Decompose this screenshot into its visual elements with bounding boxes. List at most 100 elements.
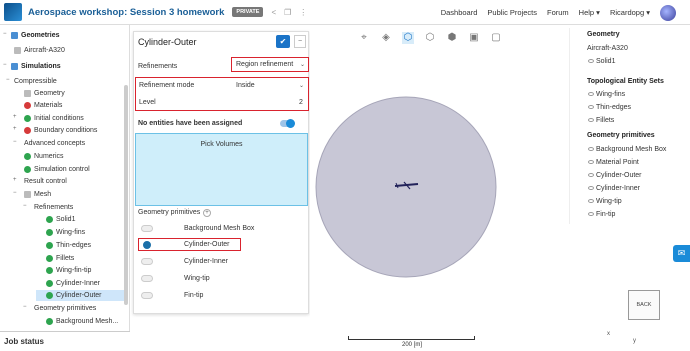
tree-item-boundary-conditions[interactable]: Boundary conditions	[24, 125, 97, 136]
chat-icon[interactable]: ✉	[673, 245, 690, 262]
visibility-icon[interactable]	[588, 186, 594, 191]
collapse-icon[interactable]: −	[3, 31, 7, 37]
tree-item-solid1[interactable]: Solid1	[46, 214, 75, 225]
primitive-fin-tip[interactable]: Fin-tip	[184, 292, 203, 299]
cube-view-icon[interactable]: ◈	[380, 32, 392, 44]
tree-item-refinements[interactable]: Refinements	[34, 202, 73, 213]
check-icon	[46, 267, 53, 274]
primitive-toggle-cylinder-inner[interactable]	[141, 258, 153, 265]
primitive-cylinder-outer[interactable]: Cylinder-Outer	[184, 241, 230, 248]
tree-item-advanced-concepts[interactable]: Advanced concepts	[24, 138, 85, 149]
tree-item-cylinder-inner[interactable]: Cylinder-Inner	[46, 278, 100, 289]
nav-help[interactable]: Help ▾	[579, 8, 600, 17]
simscale-logo-icon[interactable]	[4, 3, 22, 21]
scene-solid1-row[interactable]: Solid1	[588, 58, 615, 65]
primitive-toggle-cylinder-outer[interactable]	[143, 241, 151, 249]
tree-item-result-control[interactable]: Result control	[24, 176, 67, 187]
collapse-icon[interactable]: −	[3, 62, 7, 68]
visibility-icon[interactable]	[588, 212, 594, 217]
scene-cylinder-inner[interactable]: Cylinder-Inner	[588, 185, 640, 192]
scene-aircraft[interactable]: Aircraft-A320	[587, 45, 628, 52]
scene-cylinder-outer[interactable]: Cylinder-Outer	[588, 172, 642, 179]
tree-scrollbar[interactable]	[124, 85, 128, 305]
collapse-icon[interactable]: −	[6, 77, 10, 83]
expand-icon[interactable]: +	[13, 114, 17, 120]
scene-fillets[interactable]: Fillets	[588, 117, 614, 124]
tree-item-cylinder-outer[interactable]: Cylinder-Outer	[36, 290, 124, 301]
share-icon[interactable]: <	[271, 8, 276, 17]
level-input[interactable]: 2	[299, 99, 303, 106]
tree-item-mesh[interactable]: Mesh	[24, 189, 51, 200]
primitive-cylinder-inner[interactable]: Cylinder-Inner	[184, 258, 228, 265]
scene-wing-tip[interactable]: Wing-tip	[588, 198, 622, 205]
scene-thin-edges[interactable]: Thin-edges	[588, 104, 631, 111]
refinement-mode-select[interactable]: Inside	[236, 82, 255, 89]
visibility-icon[interactable]	[588, 147, 594, 152]
visibility-icon[interactable]	[588, 160, 594, 165]
section-icon[interactable]: ▣	[468, 32, 480, 44]
tree-item-fillets[interactable]: Fillets	[46, 253, 74, 264]
scene-material-point[interactable]: Material Point	[588, 159, 639, 166]
select-tool-icon[interactable]: ⌖	[358, 32, 370, 44]
collapse-icon[interactable]: −	[23, 304, 27, 310]
tree-item-aircraft[interactable]: Aircraft-A320	[14, 45, 65, 56]
primitive-toggle-wing-tip[interactable]	[141, 275, 153, 282]
refinement-type-dropdown[interactable]: Region refinement ⌄	[231, 57, 309, 72]
tree-item-background-mesh[interactable]: Background Mesh...	[46, 316, 118, 327]
collapse-icon[interactable]: −	[13, 190, 17, 196]
avatar[interactable]	[660, 4, 676, 21]
tree-item-wing-fins[interactable]: Wing-fins	[46, 227, 85, 238]
nav-public-projects[interactable]: Public Projects	[487, 8, 537, 17]
primitive-wing-tip[interactable]: Wing-tip	[184, 275, 210, 282]
scene-topo-head[interactable]: Topological Entity Sets	[587, 78, 664, 85]
visibility-icon[interactable]	[588, 105, 594, 110]
scene-tree-panel: Geometry Aircraft-A320 Solid1 Topologica…	[569, 28, 690, 224]
tree-item-simulation-control[interactable]: Simulation control	[24, 164, 90, 175]
scene-background-mesh-box[interactable]: Background Mesh Box	[588, 146, 666, 153]
transparency-icon[interactable]: ⬢	[446, 32, 458, 44]
pick-volumes-area[interactable]: Pick Volumes	[135, 133, 308, 206]
save-button[interactable]: ✔	[276, 35, 290, 48]
cylinder-outer-shape	[315, 96, 497, 278]
expand-icon[interactable]: +	[13, 177, 17, 183]
wireframe-icon[interactable]: ⬡	[424, 32, 436, 44]
nav-dashboard[interactable]: Dashboard	[441, 8, 478, 17]
visibility-icon[interactable]	[588, 199, 594, 204]
collapse-icon[interactable]: −	[13, 139, 17, 145]
tree-item-geometry[interactable]: Geometry	[24, 88, 65, 99]
tree-item-thin-edges[interactable]: Thin-edges	[46, 240, 91, 251]
primitive-toggle-fin-tip[interactable]	[141, 292, 153, 299]
scene-fin-tip[interactable]: Fin-tip	[588, 211, 615, 218]
job-status[interactable]: Job status	[0, 331, 130, 351]
visibility-icon[interactable]	[588, 118, 594, 123]
add-primitive-icon[interactable]: +	[203, 209, 211, 217]
expand-icon[interactable]: +	[13, 126, 17, 132]
visibility-icon[interactable]	[588, 59, 594, 64]
primitive-background-mesh-box[interactable]: Background Mesh Box	[184, 225, 254, 232]
scene-wing-fins[interactable]: Wing-fins	[588, 91, 625, 98]
primitive-toggle-background[interactable]	[141, 225, 153, 232]
selection-toggle[interactable]	[280, 119, 295, 128]
tree-item-numerics[interactable]: Numerics	[24, 151, 64, 162]
scene-geometry-head[interactable]: Geometry	[587, 31, 620, 38]
visibility-icon[interactable]	[588, 92, 594, 97]
box-select-icon[interactable]: ⬡	[402, 32, 414, 44]
tree-item-materials[interactable]: Materials	[24, 100, 62, 111]
tree-item-geometry-primitives[interactable]: Geometry primitives	[34, 303, 96, 314]
more-icon[interactable]: ⋮	[299, 8, 307, 17]
nav-forum[interactable]: Forum	[547, 8, 569, 17]
camera-icon[interactable]: ▢	[490, 32, 502, 44]
tree-item-simulations[interactable]: Simulations	[11, 61, 61, 72]
visibility-icon[interactable]	[588, 173, 594, 178]
tree-item-geometries[interactable]: Geometries	[11, 30, 60, 41]
copy-icon[interactable]: ❐	[284, 8, 291, 17]
tree-item-wing-fin-tip[interactable]: Wing-fin-tip	[46, 265, 91, 276]
tree-item-initial-conditions[interactable]: Initial conditions	[24, 113, 84, 124]
nav-user[interactable]: Ricardopg ▾	[610, 8, 650, 17]
tree-item-compressible[interactable]: Compressible	[14, 76, 57, 87]
collapse-icon[interactable]: −	[23, 203, 27, 209]
chevron-down-icon: ⌄	[299, 83, 305, 89]
scene-prim-head[interactable]: Geometry primitives	[587, 132, 655, 139]
collapse-panel-button[interactable]: −	[294, 35, 306, 48]
view-cube[interactable]: BACK	[628, 290, 660, 320]
